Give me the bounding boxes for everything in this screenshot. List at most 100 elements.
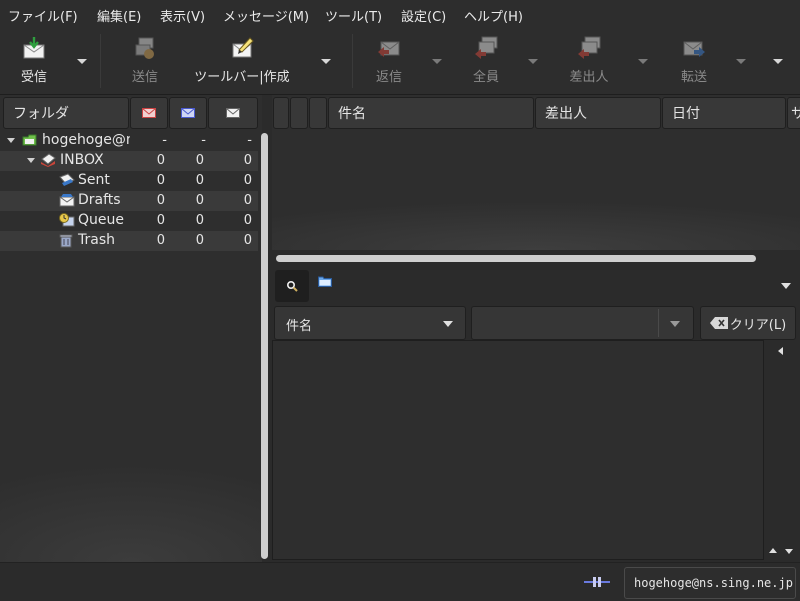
view-menu-arrow[interactable] xyxy=(781,283,791,289)
unread-count: - xyxy=(201,133,206,148)
reply-menu-arrow[interactable] xyxy=(432,59,442,64)
folder-row-trash[interactable]: Trash 0 0 0 xyxy=(0,231,258,251)
scroll-up-icon[interactable] xyxy=(769,548,777,553)
size-column-header[interactable]: サ xyxy=(787,97,800,129)
chevron-left-icon[interactable] xyxy=(778,347,783,355)
expander-icon[interactable] xyxy=(27,158,35,163)
message-list-hscrollbar[interactable] xyxy=(276,255,756,262)
inbox-icon xyxy=(41,153,56,167)
account-icon xyxy=(22,134,37,146)
reply-sender-menu-arrow[interactable] xyxy=(638,59,648,64)
folder-name: hogehoge@ns xyxy=(42,132,130,148)
new-count: 0 xyxy=(156,173,165,188)
reply-sender-icon xyxy=(576,36,602,60)
clear-button[interactable]: クリア(L) xyxy=(700,306,796,340)
unread-mail-icon xyxy=(181,108,195,118)
clear-icon xyxy=(709,317,728,329)
trash-icon xyxy=(59,234,73,248)
queue-icon xyxy=(59,213,75,227)
search-field-value: 件名 xyxy=(286,319,313,334)
compose-button[interactable]: ツールバー|作成 xyxy=(190,28,294,94)
total-mail-icon xyxy=(226,108,240,118)
unread-count: 0 xyxy=(195,153,204,168)
forward-label: 転送 xyxy=(680,70,707,85)
folder-row-sent[interactable]: Sent 0 0 0 xyxy=(0,171,258,191)
compose-label: ツールバー|作成 xyxy=(194,70,290,85)
toolbar-overflow-arrow[interactable] xyxy=(773,59,783,64)
total-count: 0 xyxy=(243,173,252,188)
forward-menu-arrow[interactable] xyxy=(736,59,746,64)
reply-sender-label: 差出人 xyxy=(569,70,609,85)
chevron-down-icon[interactable] xyxy=(670,321,680,327)
reply-icon xyxy=(376,36,402,60)
forward-button[interactable]: 転送 xyxy=(674,28,714,94)
new-mail-icon xyxy=(142,108,156,118)
search-toggle-button[interactable] xyxy=(275,270,309,302)
expander-icon[interactable] xyxy=(7,138,15,143)
date-column-header[interactable]: 日付 xyxy=(662,97,786,129)
folder-header-label: フォルダ xyxy=(13,106,69,122)
combo-divider xyxy=(658,309,659,337)
from-column-header[interactable]: 差出人 xyxy=(535,97,661,129)
scroll-down-icon[interactable] xyxy=(785,549,793,554)
unread-count: 0 xyxy=(195,233,204,248)
chevron-down-icon xyxy=(443,321,453,327)
reply-all-menu-arrow[interactable] xyxy=(528,59,538,64)
compose-icon xyxy=(229,36,255,60)
menu-help[interactable]: ヘルプ(H) xyxy=(464,6,523,25)
folder-column-header[interactable]: フォルダ xyxy=(3,97,129,129)
folder-row-queue[interactable]: Queue 0 0 0 xyxy=(0,211,258,231)
mark-column-header[interactable] xyxy=(273,97,289,129)
receive-button[interactable]: 受信 xyxy=(10,28,58,94)
unread-count: 0 xyxy=(195,193,204,208)
total-mail-column-header[interactable] xyxy=(208,97,258,129)
toolbar-separator xyxy=(352,34,353,88)
reply-sender-button[interactable]: 差出人 xyxy=(566,28,612,94)
new-mail-column-header[interactable] xyxy=(130,97,168,129)
folder-row-inbox[interactable]: INBOX 0 0 0 xyxy=(0,151,258,171)
folder-name: Trash xyxy=(78,232,115,248)
account-address: hogehoge@ns.sing.ne.jp xyxy=(634,576,793,590)
date-header-label: 日付 xyxy=(672,106,700,122)
message-list: 件名 差出人 日付 サ xyxy=(272,95,800,250)
search-field-select[interactable]: 件名 xyxy=(274,306,466,340)
send-button[interactable]: 送信 xyxy=(122,28,168,94)
account-indicator: hogehoge@ns.sing.ne.jp xyxy=(624,567,796,599)
message-view-pane: 件名 クリア(L) xyxy=(272,262,800,562)
drafts-icon xyxy=(59,194,75,207)
new-count: 0 xyxy=(156,153,165,168)
subject-header-label: 件名 xyxy=(338,106,366,122)
unread-mail-column-header[interactable] xyxy=(169,97,207,129)
unread-column-header[interactable] xyxy=(290,97,308,129)
online-status-icon[interactable] xyxy=(584,576,610,588)
reply-all-icon xyxy=(473,36,499,60)
receive-menu-arrow[interactable] xyxy=(77,59,87,64)
menu-tools[interactable]: ツール(T) xyxy=(325,6,382,25)
search-query-combo[interactable] xyxy=(471,306,694,340)
toolbar: 受信 送信 ツールバー|作成 返信 全員 差出人 転送 xyxy=(0,28,800,95)
folder-row-drafts[interactable]: Drafts 0 0 0 xyxy=(0,191,258,211)
folder-pane-scrollbar[interactable] xyxy=(261,133,268,559)
toolbar-separator xyxy=(100,34,101,88)
folder-row-account[interactable]: hogehoge@ns - - - xyxy=(0,131,258,151)
reply-label: 返信 xyxy=(375,70,402,85)
subject-column-header[interactable]: 件名 xyxy=(328,97,534,129)
menu-file[interactable]: ファイル(F) xyxy=(8,6,78,25)
total-count: 0 xyxy=(243,153,252,168)
unread-count: 0 xyxy=(195,173,204,188)
search-icon xyxy=(286,280,298,292)
reply-button[interactable]: 返信 xyxy=(370,28,408,94)
menu-edit[interactable]: 編集(E) xyxy=(97,6,141,25)
receive-icon xyxy=(21,36,47,60)
folder-name: INBOX xyxy=(60,152,104,168)
forward-icon xyxy=(681,36,707,60)
attachment-column-header[interactable] xyxy=(309,97,327,129)
new-count: 0 xyxy=(156,193,165,208)
menu-message[interactable]: メッセージ(M) xyxy=(223,6,309,25)
reply-all-button[interactable]: 全員 xyxy=(466,28,506,94)
compose-menu-arrow[interactable] xyxy=(321,59,331,64)
new-count: - xyxy=(162,133,167,148)
menu-config[interactable]: 設定(C) xyxy=(401,6,446,25)
folder-name: Drafts xyxy=(78,192,121,208)
menu-view[interactable]: 表示(V) xyxy=(160,6,205,25)
